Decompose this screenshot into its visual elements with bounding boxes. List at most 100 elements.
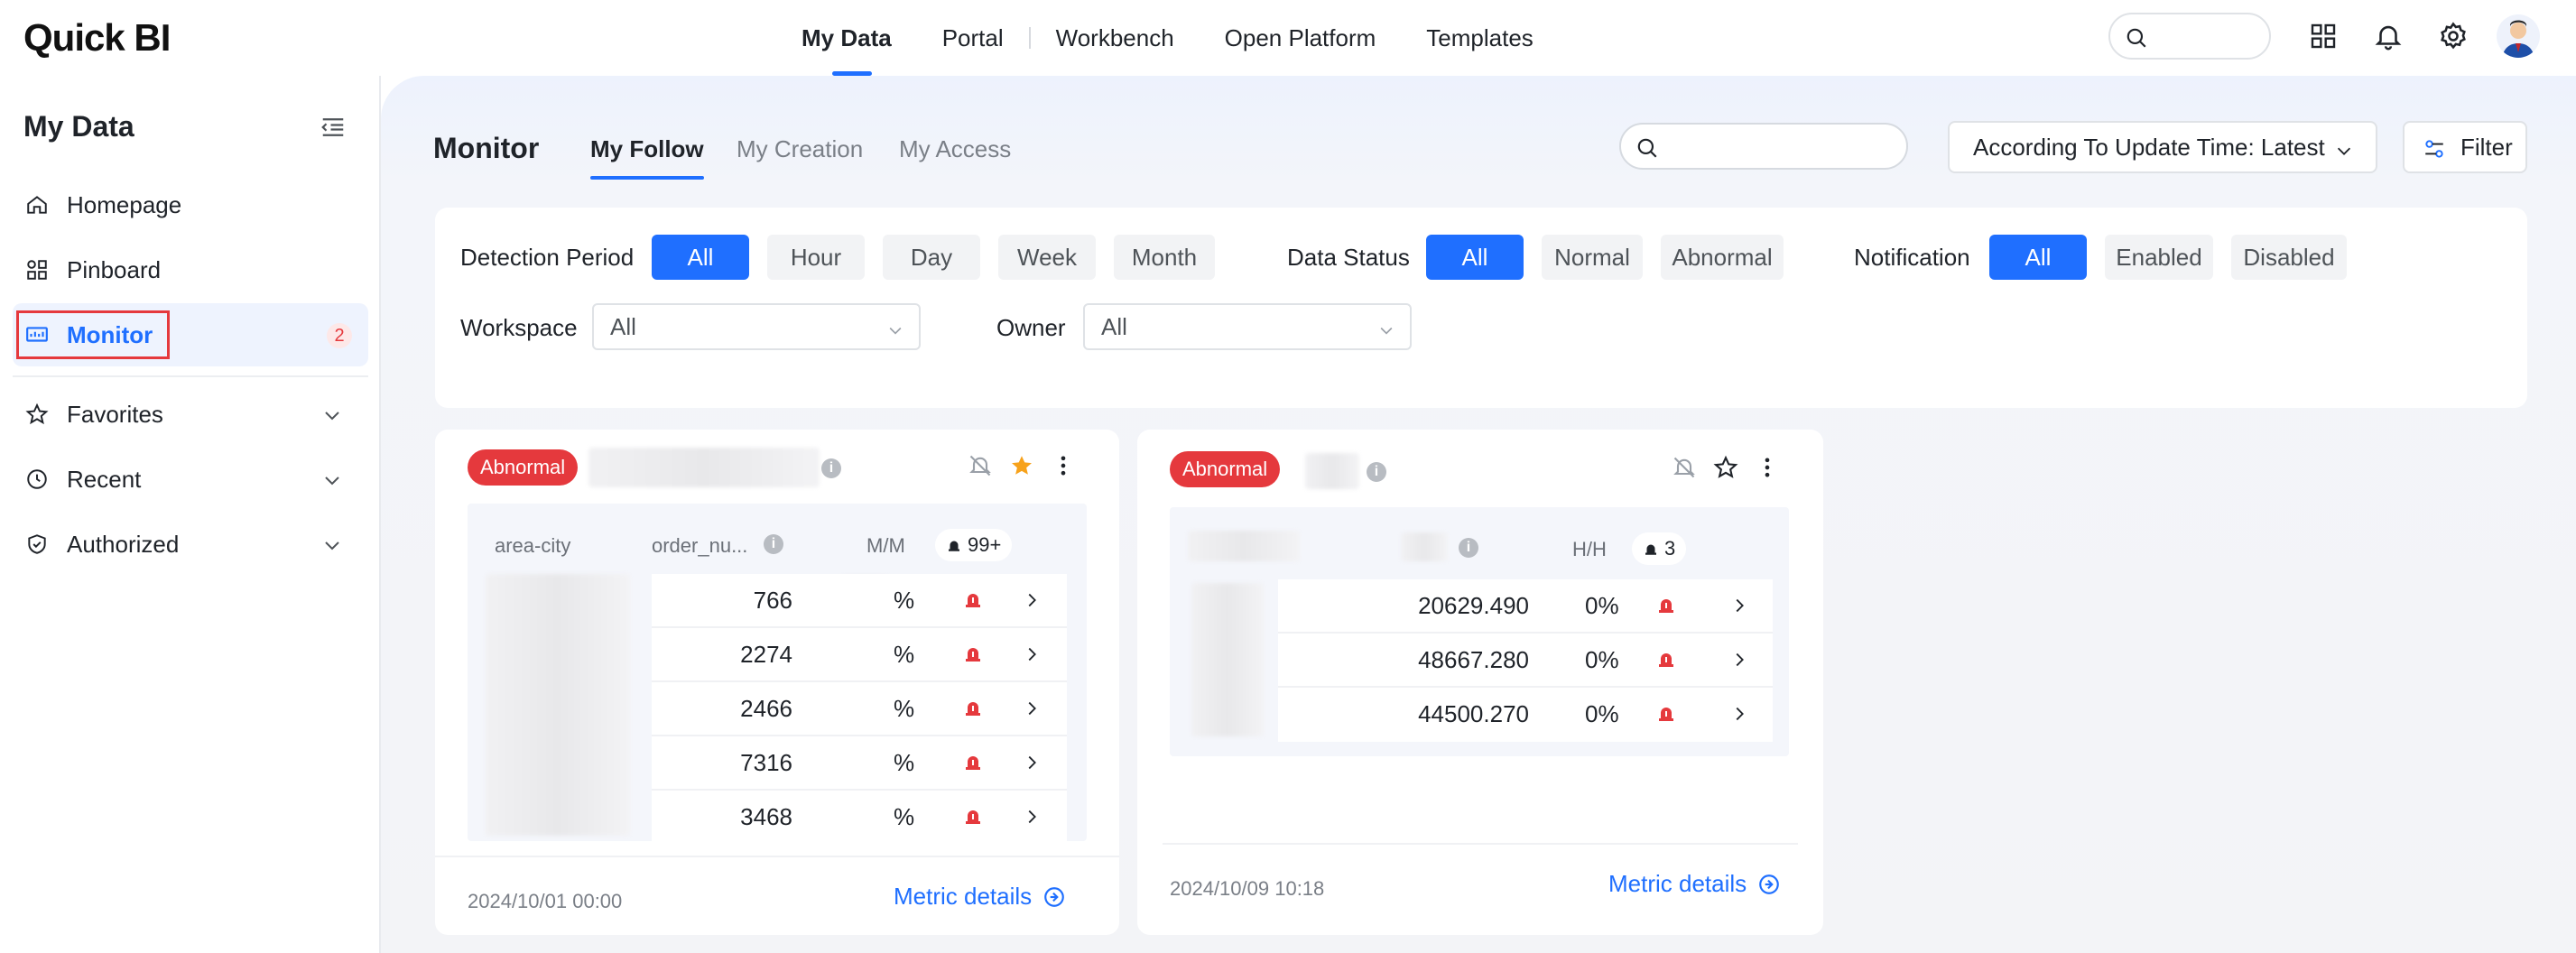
more-options-icon[interactable] bbox=[1755, 455, 1780, 485]
workspace-select-value: All bbox=[610, 312, 636, 340]
tab-my-creation[interactable]: My Creation bbox=[737, 135, 863, 163]
nav-open-platform[interactable]: Open Platform bbox=[1200, 0, 1402, 76]
filter-icon bbox=[2425, 140, 2443, 158]
dimension-values-redacted bbox=[486, 574, 630, 836]
change-percent: % bbox=[894, 749, 915, 776]
owner-select[interactable]: All bbox=[1083, 303, 1412, 350]
monitor-card[interactable]: Abnormal i i H/H 3 20629.490 48667.280 4… bbox=[1137, 430, 1823, 935]
info-icon[interactable]: i bbox=[1459, 538, 1478, 558]
workspace-select[interactable]: All bbox=[592, 303, 921, 350]
chevron-right-icon[interactable] bbox=[1022, 753, 1042, 777]
change-percent: % bbox=[894, 641, 915, 668]
sidebar-item-label: Homepage bbox=[67, 190, 182, 218]
alarm-icon bbox=[1655, 648, 1677, 674]
sidebar-item-recent[interactable]: Recent bbox=[13, 448, 368, 511]
filter-panel: Detection Period All Hour Day Week Month… bbox=[435, 208, 2527, 408]
notification-all[interactable]: All bbox=[1989, 235, 2087, 280]
data-status-normal[interactable]: Normal bbox=[1542, 235, 1643, 280]
sidebar-item-homepage[interactable]: Homepage bbox=[13, 173, 368, 236]
more-options-icon[interactable] bbox=[1051, 453, 1076, 483]
detection-period-day[interactable]: Day bbox=[883, 235, 980, 280]
info-icon[interactable]: i bbox=[764, 534, 783, 554]
data-status-label: Data Status bbox=[1287, 244, 1410, 271]
notification-enabled[interactable]: Enabled bbox=[2105, 235, 2213, 280]
sidebar-item-label: Recent bbox=[67, 465, 142, 493]
metric-value: 48667.280 bbox=[1418, 646, 1529, 673]
monitor-name-redacted bbox=[588, 448, 820, 487]
detection-period-month[interactable]: Month bbox=[1114, 235, 1215, 280]
info-icon[interactable]: i bbox=[821, 458, 841, 478]
metric-details-link[interactable]: Metric details bbox=[1608, 870, 1781, 898]
compare-header: H/H bbox=[1572, 538, 1607, 560]
sidebar-item-pinboard[interactable]: Pinboard bbox=[13, 238, 368, 301]
apps-grid-icon[interactable] bbox=[2305, 18, 2341, 54]
metric-details-label: Metric details bbox=[894, 883, 1033, 910]
chevron-down-icon bbox=[2337, 147, 2351, 155]
metric-table: area-city order_nu... i M/M 99+ 766 2274… bbox=[468, 504, 1087, 845]
metric-details-link[interactable]: Metric details bbox=[894, 883, 1066, 911]
quick-bi-logo[interactable]: Quick BI bbox=[23, 16, 171, 60]
global-search-input[interactable] bbox=[2108, 13, 2271, 60]
detection-period-hour[interactable]: Hour bbox=[767, 235, 865, 280]
bell-icon[interactable] bbox=[2370, 18, 2406, 54]
dimension-header-redacted bbox=[1188, 531, 1300, 561]
alarm-icon bbox=[962, 588, 984, 615]
data-status-all[interactable]: All bbox=[1426, 235, 1524, 280]
metric-details-label: Metric details bbox=[1608, 870, 1747, 897]
search-icon bbox=[2127, 28, 2146, 48]
data-status-abnormal[interactable]: Abnormal bbox=[1661, 235, 1784, 280]
notification-off-icon[interactable] bbox=[1672, 455, 1697, 485]
nav-workbench[interactable]: Workbench bbox=[1031, 0, 1200, 76]
chevron-right-icon[interactable] bbox=[1729, 704, 1749, 728]
monitor-search-input[interactable] bbox=[1619, 123, 1908, 170]
dimension-values-redacted bbox=[1191, 583, 1264, 736]
sidebar-title: My Data bbox=[23, 110, 134, 143]
chevron-down-icon[interactable] bbox=[321, 404, 343, 432]
chevron-right-icon[interactable] bbox=[1729, 650, 1749, 674]
star-outline-icon[interactable] bbox=[1713, 455, 1738, 485]
clock-icon bbox=[23, 466, 51, 493]
gear-icon[interactable] bbox=[2435, 18, 2471, 54]
metric-value: 2466 bbox=[740, 695, 792, 722]
nav-templates[interactable]: Templates bbox=[1401, 0, 1559, 76]
star-filled-icon[interactable] bbox=[1009, 453, 1034, 483]
chevron-down-icon[interactable] bbox=[321, 469, 343, 497]
page-title: Monitor bbox=[433, 132, 540, 164]
chevron-right-icon[interactable] bbox=[1022, 807, 1042, 831]
user-avatar[interactable] bbox=[2497, 14, 2540, 58]
sort-select[interactable]: According To Update Time: Latest bbox=[1948, 121, 2377, 173]
collapse-sidebar-icon[interactable] bbox=[320, 114, 347, 145]
notification-disabled[interactable]: Disabled bbox=[2231, 235, 2347, 280]
filter-button[interactable]: Filter bbox=[2403, 121, 2527, 173]
compare-header: M/M bbox=[866, 534, 905, 557]
sidebar-item-authorized[interactable]: Authorized bbox=[13, 513, 368, 576]
alert-count: 3 bbox=[1664, 537, 1676, 560]
chevron-right-icon[interactable] bbox=[1022, 699, 1042, 723]
main-content: Monitor My Follow My Creation My Access … bbox=[381, 76, 2576, 953]
metric-value: 766 bbox=[753, 587, 792, 614]
sidebar: My Data Homepage Pinboard Monitor 2 Favo… bbox=[0, 76, 381, 953]
metric-value: 7316 bbox=[740, 749, 792, 776]
sidebar-item-favorites[interactable]: Favorites bbox=[13, 383, 368, 446]
chevron-down-icon bbox=[889, 327, 902, 335]
monitor-card[interactable]: Abnormal i area-city order_nu... i M/M 9… bbox=[435, 430, 1119, 935]
detection-period-all[interactable]: All bbox=[652, 235, 749, 280]
detection-period-week[interactable]: Week bbox=[998, 235, 1096, 280]
chevron-down-icon[interactable] bbox=[321, 534, 343, 562]
monitor-highlight-box bbox=[16, 310, 170, 359]
star-icon bbox=[23, 401, 51, 428]
tab-my-follow[interactable]: My Follow bbox=[590, 135, 704, 180]
chevron-right-icon[interactable] bbox=[1022, 590, 1042, 615]
notification-off-icon[interactable] bbox=[968, 453, 993, 483]
nav-portal[interactable]: Portal bbox=[917, 0, 1029, 76]
nav-my-data[interactable]: My Data bbox=[776, 0, 917, 76]
alarm-icon bbox=[949, 541, 959, 551]
arrow-circle-right-icon bbox=[1759, 874, 1779, 894]
sidebar-divider bbox=[13, 375, 368, 377]
filter-button-label: Filter bbox=[2460, 133, 2513, 161]
chevron-right-icon[interactable] bbox=[1729, 596, 1749, 620]
chevron-right-icon[interactable] bbox=[1022, 644, 1042, 669]
top-nav: My Data Portal Workbench Open Platform T… bbox=[776, 0, 1559, 76]
info-icon[interactable]: i bbox=[1367, 462, 1386, 482]
tab-my-access[interactable]: My Access bbox=[899, 135, 1011, 163]
